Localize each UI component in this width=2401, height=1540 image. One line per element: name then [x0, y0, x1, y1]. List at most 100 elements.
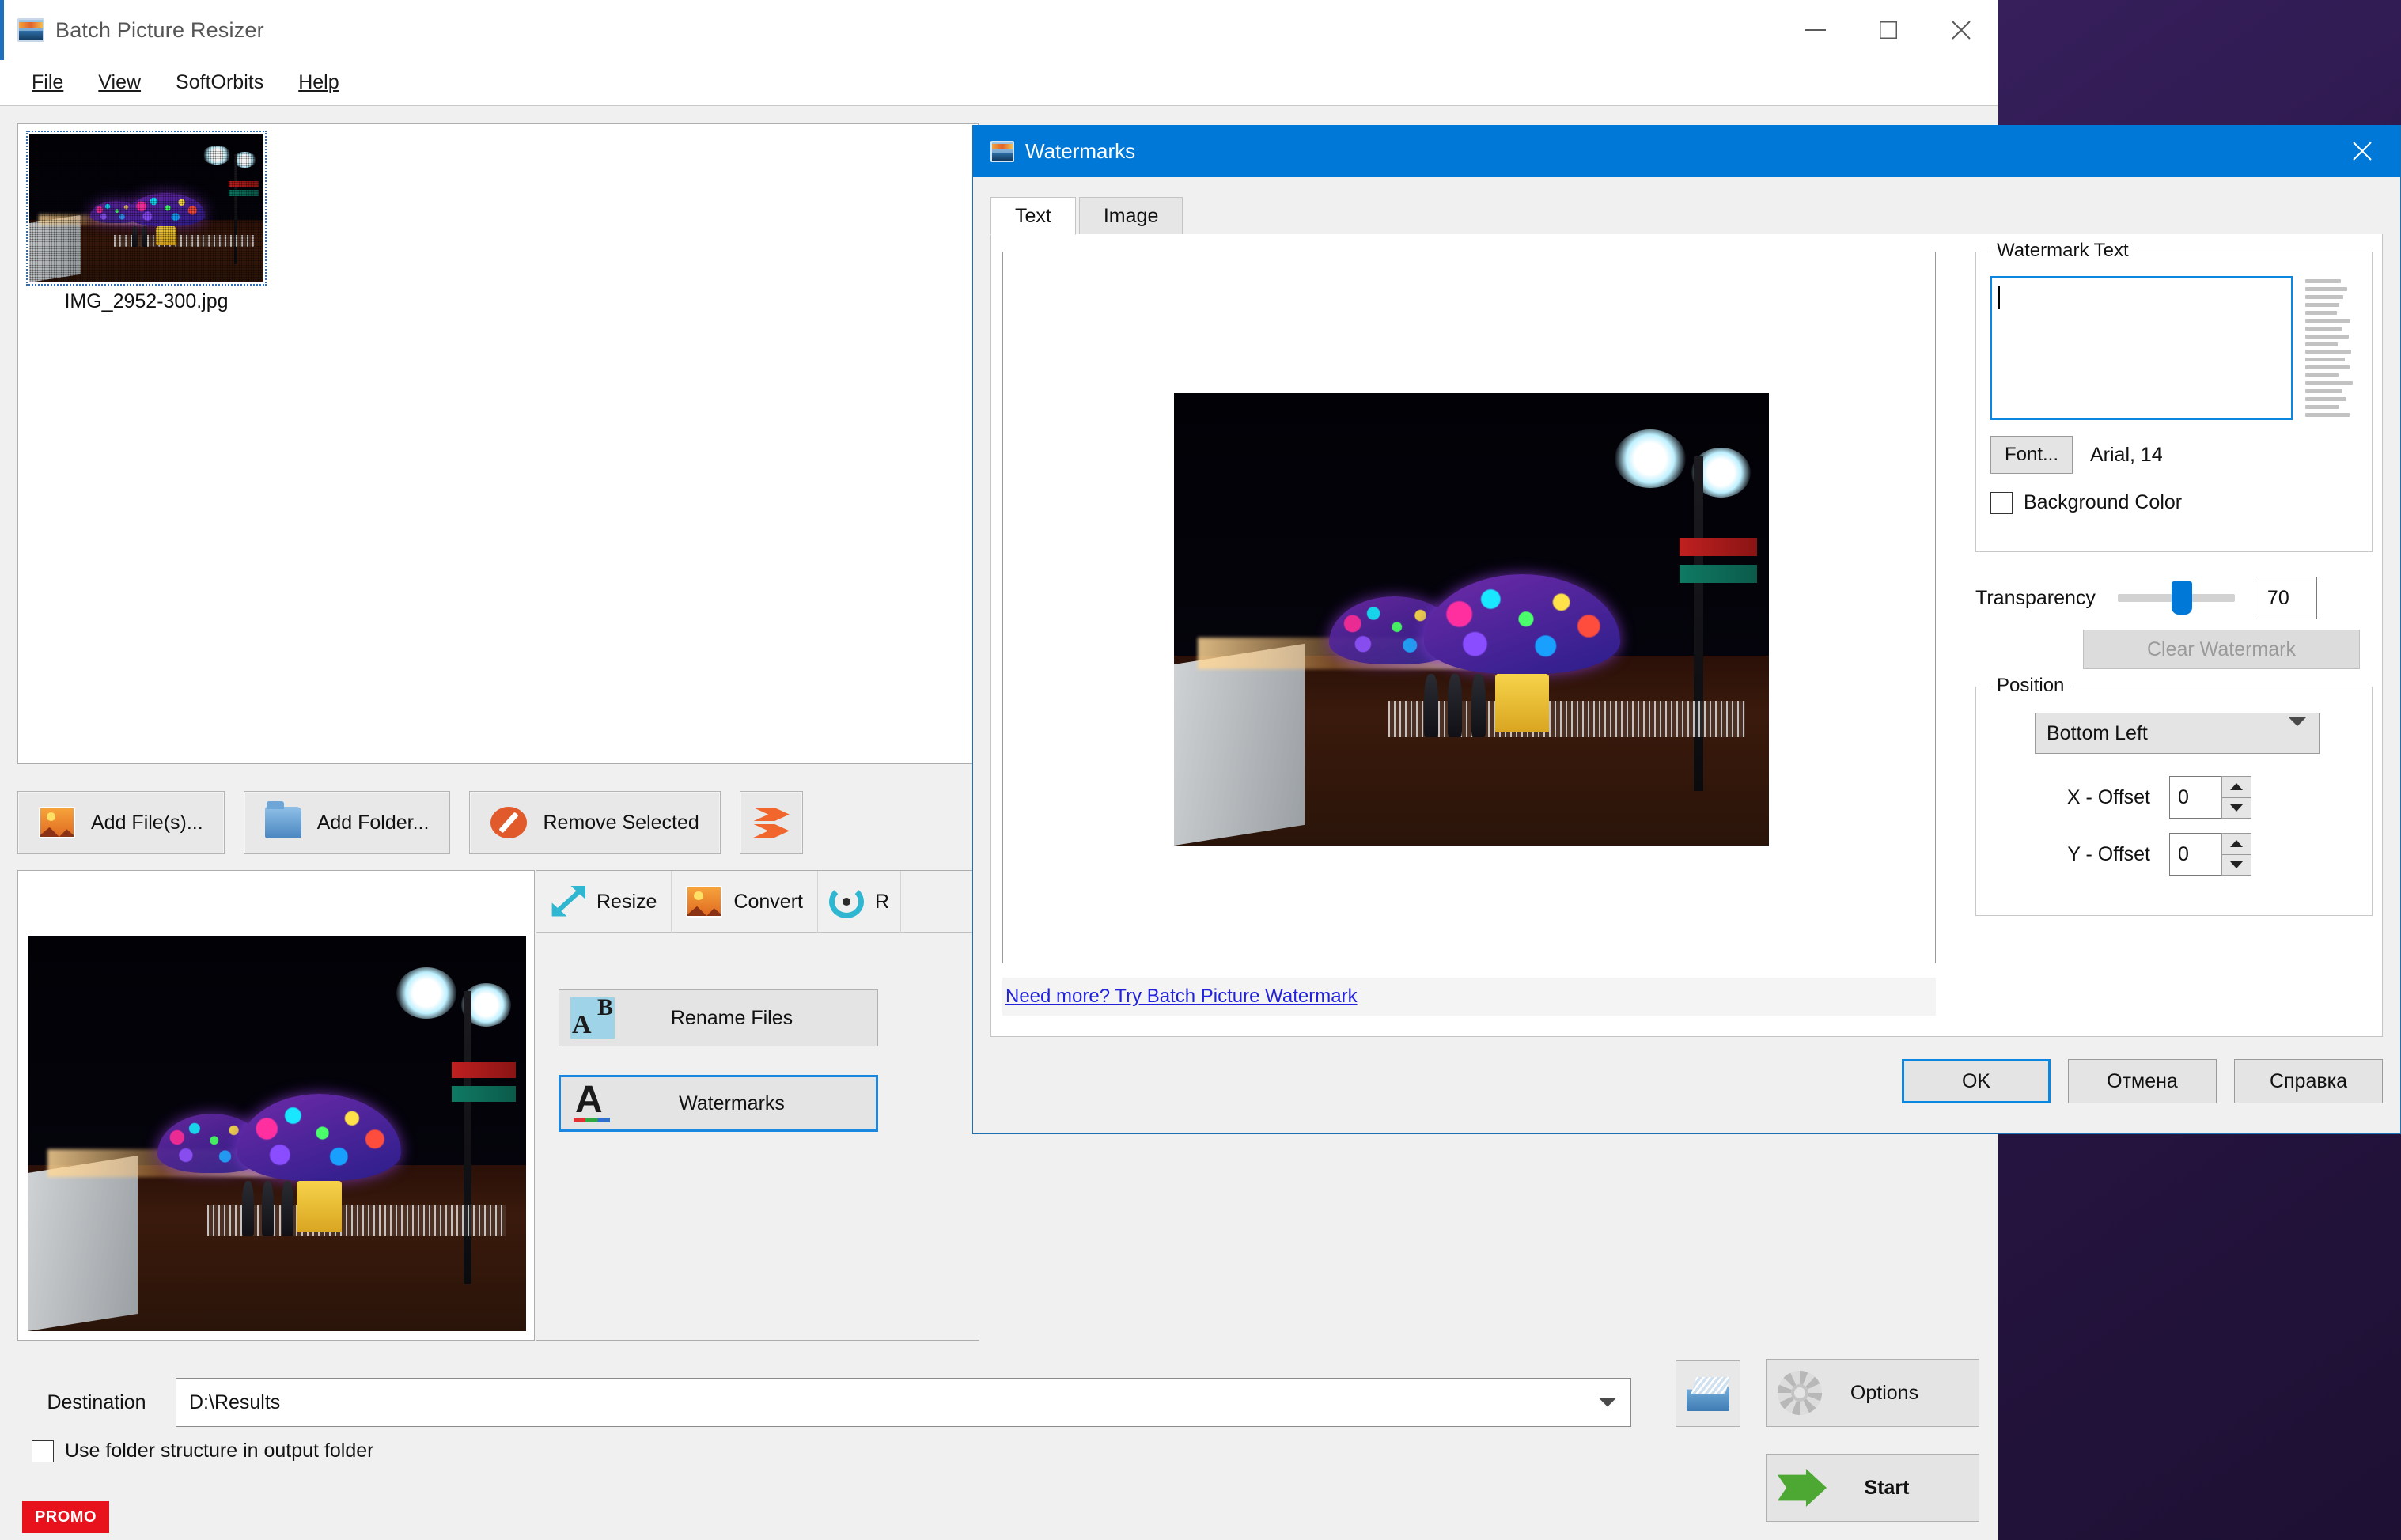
- batch-picture-watermark-link[interactable]: Need more? Try Batch Picture Watermark: [1002, 986, 1358, 1008]
- transparency-slider-thumb[interactable]: [2172, 581, 2193, 615]
- destination-value: D:\Results: [189, 1391, 281, 1413]
- help-button-label: Справка: [2269, 1069, 2348, 1092]
- watermarks-button[interactable]: Watermarks: [559, 1075, 878, 1132]
- double-arrow-icon: [752, 807, 790, 838]
- tab-resize[interactable]: Resize: [536, 871, 672, 933]
- folder-icon: [264, 801, 301, 838]
- rename-files-button[interactable]: Rename Files: [559, 989, 878, 1046]
- watermark-text-input[interactable]: [1990, 276, 2293, 420]
- chevron-down-icon[interactable]: [2289, 717, 2306, 740]
- watermark-preview-area[interactable]: [1002, 252, 1936, 963]
- tab-convert[interactable]: Convert: [672, 871, 818, 933]
- x-offset-increment[interactable]: [2221, 776, 2251, 797]
- x-offset-input[interactable]: 0: [2169, 776, 2221, 819]
- tab-convert-label: Convert: [733, 890, 803, 913]
- position-combobox[interactable]: Bottom Left: [2035, 713, 2320, 754]
- add-files-label: Add File(s)...: [91, 811, 203, 834]
- close-icon[interactable]: [2324, 125, 2400, 177]
- convert-photo-icon: [686, 886, 723, 918]
- options-button[interactable]: Options: [1766, 1359, 1979, 1427]
- transparency-row: Transparency 70: [1975, 576, 2373, 620]
- window-titlebar: Batch Picture Resizer: [0, 0, 1998, 60]
- x-offset-stepper[interactable]: [2221, 776, 2251, 819]
- remove-all-button[interactable]: [739, 791, 803, 854]
- photo-icon: [39, 807, 75, 838]
- preview-image: [28, 936, 526, 1331]
- browse-destination-button[interactable]: [1676, 1360, 1740, 1427]
- file-list[interactable]: IMG_2952-300.jpg: [17, 123, 979, 764]
- text-alignment-preview[interactable]: [2305, 276, 2354, 420]
- watermark-text-group: Watermark Text Font... Arial, 14 Backgro…: [1975, 240, 2373, 552]
- add-folder-button[interactable]: Add Folder...: [243, 791, 451, 854]
- position-selected-value: Bottom Left: [2047, 721, 2148, 744]
- clear-watermark-button[interactable]: Clear Watermark: [2083, 630, 2360, 669]
- y-offset-increment[interactable]: [2221, 833, 2251, 854]
- ok-button[interactable]: OK: [1902, 1059, 2051, 1103]
- minimize-icon[interactable]: [1779, 0, 1852, 60]
- chevron-down-icon[interactable]: [1599, 1398, 1616, 1407]
- maximize-icon[interactable]: [1852, 0, 1925, 60]
- green-arrow-icon: [1778, 1469, 1827, 1507]
- destination-label: Destination: [47, 1391, 146, 1413]
- y-offset-decrement[interactable]: [2221, 853, 2251, 876]
- thumbnail-selected-frame[interactable]: [26, 131, 267, 286]
- tab-rotate-label: R: [874, 890, 890, 913]
- image-preview-pane: [17, 870, 535, 1341]
- watermark-text-legend: Watermark Text: [1990, 240, 2135, 262]
- transparency-value-input[interactable]: 70: [2258, 577, 2317, 619]
- font-button-label: Font...: [2004, 444, 2059, 465]
- remove-selected-button[interactable]: Remove Selected: [469, 791, 721, 854]
- window-controls: [1779, 0, 1998, 60]
- position-legend: Position: [1990, 675, 2071, 697]
- promo-link-bar: Need more? Try Batch Picture Watermark: [1002, 978, 1936, 1016]
- rename-files-label: Rename Files: [670, 1006, 793, 1029]
- open-folder-icon: [1687, 1376, 1729, 1411]
- use-folder-structure-row[interactable]: Use folder structure in output folder: [32, 1440, 373, 1462]
- x-offset-decrement[interactable]: [2221, 796, 2251, 819]
- dialog-button-row: OK Отмена Справка: [1902, 1059, 2383, 1103]
- font-description: Arial, 14: [2090, 443, 2163, 466]
- start-button[interactable]: Start: [1766, 1454, 1979, 1522]
- clear-watermark-label: Clear Watermark: [2147, 638, 2296, 660]
- use-folder-structure-label: Use folder structure in output folder: [65, 1440, 374, 1462]
- thumbnail-image: [29, 134, 263, 282]
- help-button[interactable]: Справка: [2234, 1059, 2383, 1103]
- menu-item-file[interactable]: File: [14, 71, 81, 94]
- close-icon[interactable]: [1925, 0, 1998, 60]
- watermark-preview-image: [1174, 393, 1769, 846]
- status-badge[interactable]: PROMO: [22, 1501, 109, 1533]
- background-color-checkbox[interactable]: [1990, 491, 2013, 514]
- menu-item-view[interactable]: View: [81, 71, 158, 94]
- transparency-slider[interactable]: [2117, 581, 2235, 615]
- list-item[interactable]: IMG_2952-300.jpg: [26, 131, 278, 328]
- font-button[interactable]: Font...: [1990, 436, 2073, 474]
- titlebar-accent: [0, 0, 4, 60]
- position-group: Position Bottom Left X - Offset 0 Y - Of…: [1975, 675, 2373, 916]
- add-files-button[interactable]: Add File(s)...: [17, 791, 225, 854]
- transparency-value: 70: [2267, 586, 2289, 609]
- no-entry-icon: [490, 807, 528, 838]
- start-label: Start: [1864, 1476, 1910, 1499]
- watermarks-label: Watermarks: [679, 1092, 785, 1114]
- font-row: Font... Arial, 14: [1990, 436, 2163, 474]
- menu-item-softorbits[interactable]: SoftOrbits: [158, 71, 281, 94]
- tab-rotate[interactable]: R: [818, 871, 902, 933]
- destination-combobox[interactable]: D:\Results: [176, 1378, 1631, 1427]
- tab-image[interactable]: Image: [1078, 197, 1183, 235]
- dialog-title: Watermarks: [1025, 138, 1136, 163]
- gear-icon: [1778, 1371, 1822, 1415]
- tab-image-label: Image: [1103, 205, 1159, 227]
- background-color-row[interactable]: Background Color: [1990, 491, 2182, 514]
- use-folder-structure-checkbox[interactable]: [32, 1440, 54, 1462]
- y-offset-stepper[interactable]: [2221, 833, 2251, 876]
- operations-panel: Resize Convert R Rename Files Watermarks: [536, 870, 979, 1341]
- menubar: File View SoftOrbits Help: [0, 60, 1998, 106]
- menu-item-help[interactable]: Help: [281, 71, 356, 94]
- y-offset-input[interactable]: 0: [2169, 833, 2221, 876]
- app-photo-icon: [17, 18, 44, 42]
- cancel-button[interactable]: Отмена: [2068, 1059, 2217, 1103]
- tab-text[interactable]: Text: [990, 197, 1076, 235]
- y-offset-label: Y - Offset: [2067, 842, 2150, 865]
- tab-resize-label: Resize: [596, 890, 657, 913]
- options-label: Options: [1850, 1381, 1919, 1404]
